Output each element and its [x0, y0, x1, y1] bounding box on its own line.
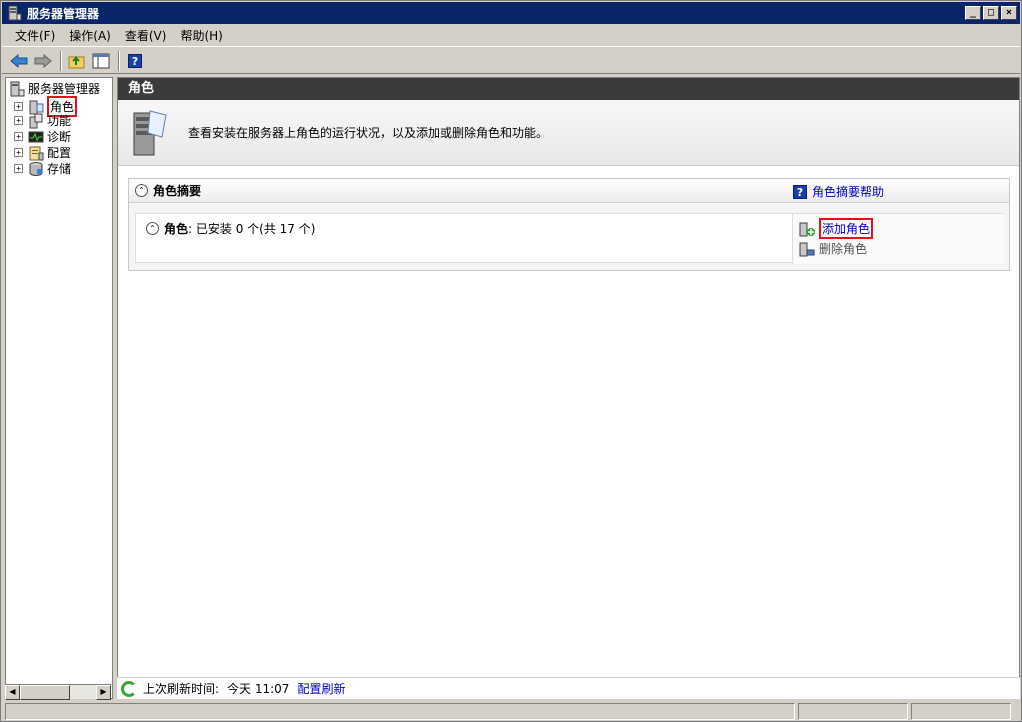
remove-roles-link[interactable]: 删除角色	[819, 240, 867, 257]
tree-item-features[interactable]: + 功能	[14, 112, 71, 129]
help-icon: ?	[793, 184, 807, 199]
title-bar[interactable]: 服务器管理器 _ □ ×	[2, 2, 1020, 24]
roles-summary-section: ⌃ 角色摘要 ? 角色摘要帮助 ⌃ 角色 : 已安装 0 个(共 17 个) 添…	[128, 178, 1010, 271]
collapse-chevron-up-icon[interactable]: ⌃	[135, 184, 148, 197]
window-title: 服务器管理器	[27, 6, 100, 21]
tree-root-server-manager[interactable]: 服务器管理器	[9, 80, 100, 97]
tree-item-label: 诊断	[47, 130, 72, 144]
features-icon	[28, 113, 44, 129]
configuration-icon	[28, 145, 44, 161]
remove-roles-icon	[799, 241, 815, 257]
status-pane-main	[5, 702, 795, 720]
forward-button[interactable]	[32, 50, 54, 72]
status-pane-3	[911, 702, 1011, 720]
tree-item-storage[interactable]: + 存储	[14, 160, 71, 177]
tree-item-label: 存储	[47, 162, 72, 176]
back-arrow-icon	[10, 53, 28, 68]
menu-view[interactable]: 查看(V)	[118, 27, 174, 44]
server-manager-icon	[9, 81, 25, 97]
tree-item-label: 配置	[47, 146, 72, 160]
add-roles-task[interactable]: 添加角色	[799, 218, 874, 239]
tree-item-label: 功能	[47, 114, 72, 128]
forward-arrow-icon	[34, 53, 52, 68]
status-pane-2	[798, 702, 908, 720]
menu-bar: 文件(F) 操作(A) 查看(V) 帮助(H)	[2, 25, 1020, 47]
last-refresh-label: 上次刷新时间:	[143, 682, 220, 696]
scroll-left-button[interactable]: ◀	[5, 685, 20, 700]
show-hide-console-tree-button[interactable]	[90, 50, 112, 72]
roles-banner: 查看安装在服务器上角色的运行状况，以及添加或删除角色和功能。	[118, 100, 1019, 166]
menu-action[interactable]: 操作(A)	[62, 27, 118, 44]
help-button[interactable]: ?	[124, 50, 146, 72]
minimize-button[interactable]: _	[965, 6, 981, 20]
refresh-icon	[121, 680, 137, 697]
expand-icon[interactable]: +	[14, 148, 23, 157]
window-status-bar	[2, 701, 1020, 721]
add-roles-link[interactable]: 添加角色	[819, 218, 874, 239]
server-manager-app-icon	[6, 5, 22, 21]
server-manager-window: 服务器管理器 _ □ × 文件(F) 操作(A) 查看(V) 帮助(H) ? 服…	[0, 0, 1022, 722]
configure-refresh-link[interactable]: 配置刷新	[297, 680, 345, 697]
add-roles-icon	[799, 221, 815, 237]
tree-item-diagnostics[interactable]: + 诊断	[14, 128, 71, 145]
help-icon: ?	[128, 53, 142, 68]
section-title: 角色摘要	[153, 184, 202, 198]
expand-icon[interactable]: +	[14, 132, 23, 141]
remove-roles-task[interactable]: 删除角色	[799, 240, 867, 257]
scroll-right-button[interactable]: ▶	[96, 685, 111, 700]
back-button[interactable]	[8, 50, 30, 72]
maximize-button[interactable]: □	[983, 6, 999, 20]
tree-root-label: 服务器管理器	[28, 82, 101, 96]
roles-tasks-panel: 添加角色 删除角色	[792, 214, 1004, 264]
storage-icon	[28, 161, 44, 177]
toolbar: ?	[2, 48, 1020, 74]
menu-help[interactable]: 帮助(H)	[173, 27, 229, 44]
expand-icon[interactable]: +	[14, 116, 23, 125]
roles-installed-line: ⌃ 角色 : 已安装 0 个(共 17 个)	[146, 220, 315, 237]
scroll-thumb[interactable]	[20, 685, 70, 700]
server-roles-icon	[130, 107, 170, 159]
scroll-track[interactable]	[70, 685, 96, 699]
up-one-level-button[interactable]	[66, 50, 88, 72]
roles-description: 查看安装在服务器上角色的运行状况，以及添加或删除角色和功能。	[188, 126, 549, 140]
details-pane: 角色 查看安装在服务器上角色的运行状况，以及添加或删除角色和功能。 ⌃ 角色摘要…	[117, 77, 1020, 699]
last-refresh-time: 今天 11:07	[227, 682, 290, 696]
up-folder-icon	[68, 55, 85, 68]
expand-icon[interactable]: +	[14, 102, 23, 111]
console-tree: 服务器管理器 + 角色 + 功能 + 诊断 + 配置 + 存储	[5, 77, 113, 699]
roles-label: 角色	[164, 222, 189, 236]
refresh-status-bar: 上次刷新时间: 今天 11:07 配置刷新	[117, 677, 1020, 699]
show-hide-console-tree-icon	[92, 53, 110, 68]
close-button[interactable]: ×	[1001, 6, 1017, 20]
help-link-label: 角色摘要帮助	[812, 185, 885, 199]
toolbar-separator	[60, 50, 62, 71]
expand-icon[interactable]: +	[14, 164, 23, 173]
roles-summary-help-link[interactable]: ? 角色摘要帮助	[793, 183, 884, 200]
menu-file[interactable]: 文件(F)	[8, 27, 62, 44]
tree-horizontal-scrollbar[interactable]: ◀ ▶	[5, 684, 111, 700]
collapse-chevron-up-icon[interactable]: ⌃	[146, 222, 159, 235]
roles-installed-count: : 已安装 0 个(共 17 个)	[188, 222, 316, 236]
tree-item-configuration[interactable]: + 配置	[14, 144, 71, 161]
diagnostics-icon	[28, 129, 44, 145]
toolbar-separator	[118, 50, 120, 71]
roles-summary-body: ⌃ 角色 : 已安装 0 个(共 17 个) 添加角色 删除角色	[135, 213, 1004, 264]
roles-summary-header[interactable]: ⌃ 角色摘要 ? 角色摘要帮助	[129, 179, 1009, 203]
pane-header: 角色	[118, 78, 1019, 100]
